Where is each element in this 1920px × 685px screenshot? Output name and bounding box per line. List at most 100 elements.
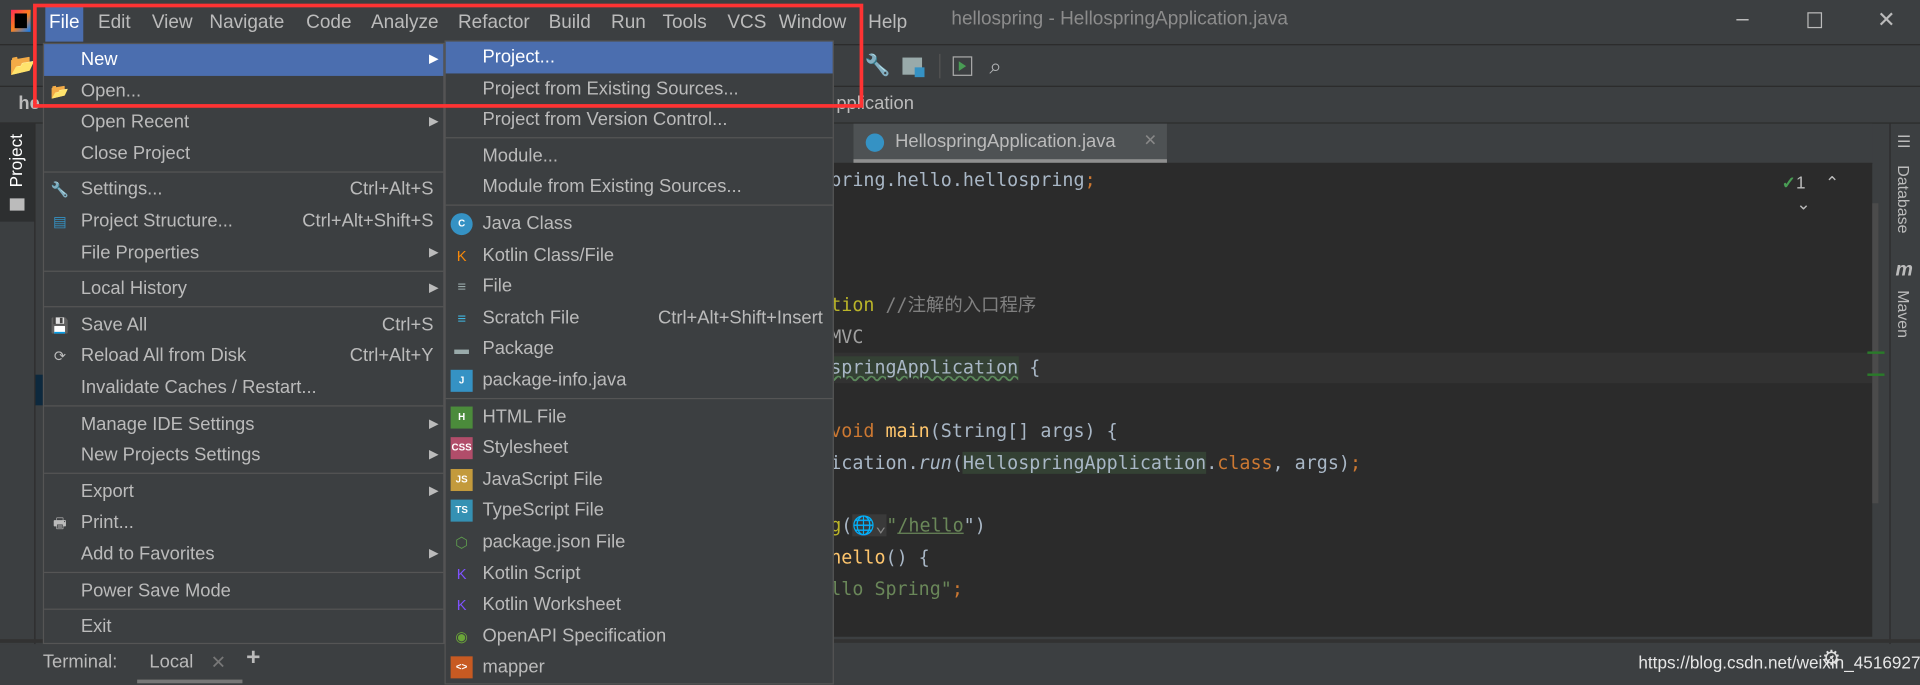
- app-logo: [11, 9, 31, 32]
- menu-item-close-project[interactable]: Close Project: [44, 138, 443, 169]
- menu-item-module-from-existing-sources[interactable]: Module from Existing Sources...: [446, 172, 833, 203]
- close-button[interactable]: ✕: [1877, 7, 1895, 33]
- search-icon[interactable]: ⌕: [983, 55, 1007, 77]
- menu-item-javascript-file[interactable]: JS JavaScript File: [446, 464, 833, 495]
- menu-item-label: package-info.java: [482, 369, 627, 391]
- check-icon: ✓: [1781, 172, 1797, 193]
- file-menu: New ▶ 📂 Open... Open Recent ▶ Close Project 🔧 Se…: [42, 42, 445, 645]
- print-icon: 🖶: [53, 514, 67, 532]
- menu-item-html-file[interactable]: H HTML File: [446, 401, 833, 432]
- chevron-up-icon[interactable]: ⌃: [1825, 173, 1839, 193]
- menu-item-package[interactable]: ▬ Package: [446, 333, 833, 364]
- project-structure-icon[interactable]: [902, 55, 926, 78]
- restore-button[interactable]: [1807, 12, 1823, 29]
- menu-item-kotlin-script[interactable]: K Kotlin Script: [446, 558, 833, 589]
- spring-class-icon: [865, 133, 885, 152]
- menu-item-label: Invalidate Caches / Restart...: [80, 377, 317, 398]
- menu-item-label: Kotlin Worksheet: [482, 593, 621, 615]
- menu-item-exit[interactable]: Exit: [44, 611, 443, 642]
- java-class-icon: C: [450, 213, 473, 236]
- close-icon[interactable]: ✕: [211, 651, 226, 674]
- menu-item-kotlin-worksheet[interactable]: K Kotlin Worksheet: [446, 589, 833, 620]
- menu-item-label: Open Recent: [80, 111, 190, 133]
- html-file-icon: H: [450, 405, 473, 429]
- menu-item-label: Project from Version Control...: [482, 109, 728, 131]
- project-tool-tab[interactable]: Project: [0, 123, 35, 222]
- menu-item-export[interactable]: Export ▶: [44, 476, 443, 507]
- menu-item-package-json-file[interactable]: ⬡ package.json File: [446, 526, 833, 557]
- toolbar-divider: [939, 53, 941, 79]
- scratch-file-icon: ≡: [457, 309, 466, 327]
- globe-icon[interactable]: 🌐⌄: [852, 514, 887, 537]
- code-line: void main(String[] args) {: [832, 420, 1118, 443]
- terminal-tab-local[interactable]: Local ✕: [137, 645, 243, 684]
- code-editor[interactable]: pring.hello.hellospring; tion //注解的入口程序 …: [832, 162, 1873, 637]
- inspection-widget[interactable]: ✓1 ⌃ ⌄: [1782, 173, 1873, 215]
- submenu-arrow-icon: ▶: [428, 416, 439, 431]
- menu-item-add-to-favorites[interactable]: Add to Favorites ▶: [44, 539, 443, 570]
- menu-item-open-recent[interactable]: Open Recent ▶: [44, 107, 443, 138]
- menu-item-label: Stylesheet: [482, 437, 569, 459]
- menu-item-java-class[interactable]: C Java Class: [446, 208, 833, 239]
- window-title: hellospring - HellospringApplication.jav…: [951, 8, 1289, 30]
- menu-item-package-info-java[interactable]: Jpackage-info.java: [446, 365, 833, 396]
- submenu-arrow-icon: ▶: [428, 245, 439, 260]
- js-file-icon: JS: [450, 468, 473, 491]
- menu-item-stylesheet[interactable]: CSS Stylesheet: [446, 432, 833, 463]
- menu-item-label: Scratch File: [482, 307, 580, 328]
- database-icon: ☰: [1896, 132, 1912, 151]
- menu-help[interactable]: Help: [864, 5, 910, 42]
- menu-item-label: package.json File: [482, 531, 626, 553]
- menu-item-print[interactable]: 🖶 Print...: [44, 507, 443, 538]
- menu-item-manage-ide-settings[interactable]: Manage IDE Settings ▶: [44, 408, 443, 439]
- menu-item-new-projects-settings[interactable]: New Projects Settings ▶: [44, 440, 443, 471]
- menu-item-file[interactable]: ≡ File: [446, 271, 833, 302]
- run-anything-icon[interactable]: [950, 55, 974, 77]
- menu-item-project-structure[interactable]: ▤ Project Structure... Ctrl+Alt+Shift+S: [44, 206, 443, 237]
- menu-item-scratch-file[interactable]: ≡ Scratch File Ctrl+Alt+Shift+Insert: [446, 302, 833, 333]
- database-tool-tab[interactable]: Database: [1894, 165, 1912, 233]
- kotlin-file-icon: K: [456, 246, 467, 264]
- menu-item-label: Kotlin Class/File: [482, 244, 615, 266]
- menu-item-power-save-mode[interactable]: Power Save Mode: [44, 575, 443, 606]
- close-tab-icon[interactable]: ✕: [1144, 131, 1157, 151]
- editor-tab-active[interactable]: HellospringApplication.java ✕: [853, 123, 1167, 163]
- wrench-icon[interactable]: 🔧: [864, 54, 890, 77]
- menu-item-label: File: [482, 275, 513, 297]
- kotlin-script-icon: K: [456, 565, 467, 583]
- shortcut-label: Ctrl+Alt+Shift+S: [302, 210, 434, 232]
- shortcut-label: Ctrl+Alt+Y: [349, 345, 434, 367]
- menu-item-label: Package: [482, 338, 554, 360]
- menu-item-module[interactable]: Module...: [446, 141, 833, 172]
- menu-item-project-from-version-control[interactable]: Project from Version Control...: [446, 104, 833, 135]
- menu-item-label: Save All: [80, 314, 148, 336]
- minimize-button[interactable]: –: [1736, 6, 1760, 32]
- menu-item-settings[interactable]: 🔧 Settings... Ctrl+Alt+S: [44, 174, 443, 205]
- file-icon: ≡: [457, 278, 466, 296]
- shortcut-label: Ctrl+Alt+S: [349, 179, 434, 201]
- menu-item-label: Exit: [80, 616, 112, 637]
- open-folder-icon[interactable]: 📂: [10, 54, 36, 77]
- menu-item-reload-all-from-disk[interactable]: ⟳ Reload All from Disk Ctrl+Alt+Y: [44, 341, 443, 372]
- maven-tool-tab[interactable]: Maven: [1894, 290, 1912, 338]
- menu-item-kotlin-class-file[interactable]: K Kotlin Class/File: [446, 239, 833, 270]
- shortcut-label: Ctrl+S: [381, 314, 434, 336]
- menu-item-openapi-specification[interactable]: ◉ OpenAPI Specification: [446, 620, 833, 651]
- menu-item-file-properties[interactable]: File Properties ▶: [44, 237, 443, 268]
- code-line: tion //注解的入口程序: [832, 293, 1037, 316]
- openapi-icon: ◉: [455, 627, 469, 645]
- submenu-arrow-icon: ▶: [428, 448, 439, 462]
- chevron-down-icon[interactable]: ⌄: [1796, 193, 1810, 213]
- menu-item-typescript-file[interactable]: TS TypeScript File: [446, 495, 833, 526]
- new-terminal-button[interactable]: +: [246, 644, 260, 672]
- shortcut-label: Ctrl+Alt+Shift+Insert: [657, 307, 823, 328]
- menu-item-label: OpenAPI Specification: [482, 625, 667, 647]
- menu-item-mapper[interactable]: <> mapper: [446, 652, 833, 683]
- menu-item-save-all[interactable]: 💾 Save All Ctrl+S: [44, 309, 443, 340]
- submenu-arrow-icon: ▶: [428, 115, 439, 129]
- kotlin-worksheet-icon: K: [456, 596, 467, 614]
- ide-window: File Edit View Navigate Code Analyze Refactor B…: [0, 0, 1920, 685]
- menu-item-invalidate-caches-restart[interactable]: Invalidate Caches / Restart...: [44, 372, 443, 403]
- menu-item-label: HTML File: [482, 405, 567, 427]
- menu-item-local-history[interactable]: Local History ▶: [44, 273, 443, 304]
